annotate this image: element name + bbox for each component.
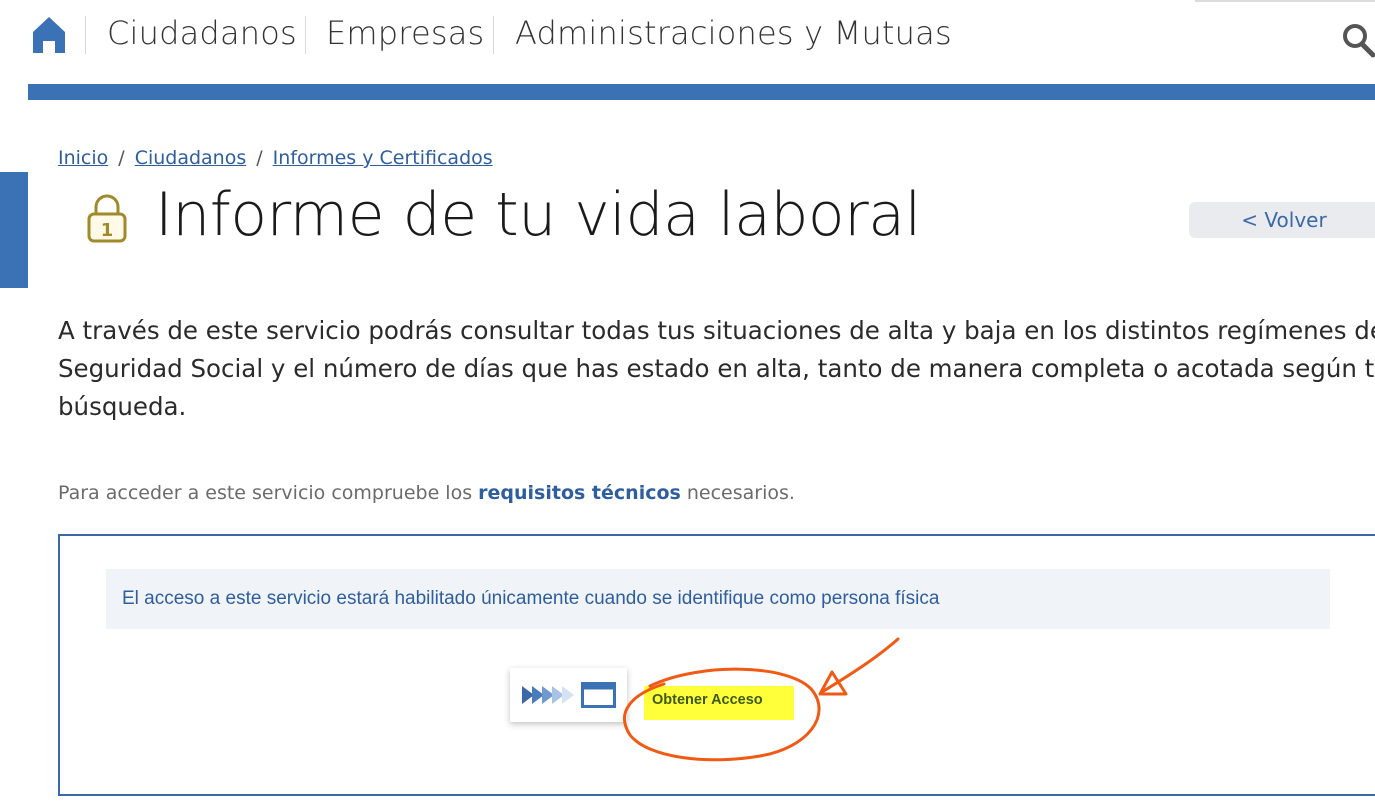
top-navigation: Ciudadanos Empresas Administraciones y M… [0, 0, 1375, 84]
requirements-link[interactable]: requisitos técnicos [478, 482, 681, 504]
access-method-widget[interactable] [510, 668, 627, 722]
breadcrumb-separator: / [256, 147, 263, 169]
description-line: A través de este servicio podrás consult… [58, 316, 1375, 345]
svg-text:1: 1 [101, 220, 114, 241]
home-icon[interactable] [32, 16, 66, 54]
breadcrumb-inicio[interactable]: Inicio [58, 147, 108, 169]
nav-item-empresas[interactable]: Empresas [326, 14, 484, 52]
breadcrumb: Inicio / Ciudadanos / Informes y Certificado… [58, 147, 493, 169]
requirements-prefix: Para acceder a este servicio compruebe l… [58, 482, 479, 504]
nav-separator [305, 16, 306, 54]
service-description: A través de este servicio podrás consult… [58, 312, 1375, 426]
search-icon[interactable] [1342, 22, 1375, 58]
breadcrumb-separator: / [118, 147, 125, 169]
nav-accent-bar [28, 84, 1375, 100]
requirements-suffix: necesarios. [680, 482, 795, 504]
side-tab[interactable] [0, 172, 28, 288]
requirements-text: Para acceder a este servicio compruebe l… [58, 482, 795, 504]
nav-separator [85, 16, 86, 54]
breadcrumb-ciudadanos[interactable]: Ciudadanos [135, 147, 247, 169]
breadcrumb-informes[interactable]: Informes y Certificados [273, 147, 493, 169]
nav-item-administraciones[interactable]: Administraciones y Mutuas [515, 14, 952, 52]
nav-item-ciudadanos[interactable]: Ciudadanos [107, 14, 297, 52]
lock-icon: 1 [87, 194, 127, 243]
description-line: búsqueda. [58, 392, 187, 421]
top-divider [1195, 0, 1375, 2]
obtener-acceso-button[interactable]: Obtener Acceso [644, 686, 794, 720]
description-line: Seguridad Social y el número de días que… [58, 354, 1375, 383]
window-icon [581, 682, 616, 708]
page-title: Informe de tu vida laboral [155, 180, 921, 250]
access-notice: El acceso a este servicio estará habilit… [106, 569, 1330, 629]
back-button[interactable]: < Volver [1189, 202, 1375, 238]
forward-arrows-icon [522, 686, 574, 704]
nav-separator [493, 16, 494, 54]
